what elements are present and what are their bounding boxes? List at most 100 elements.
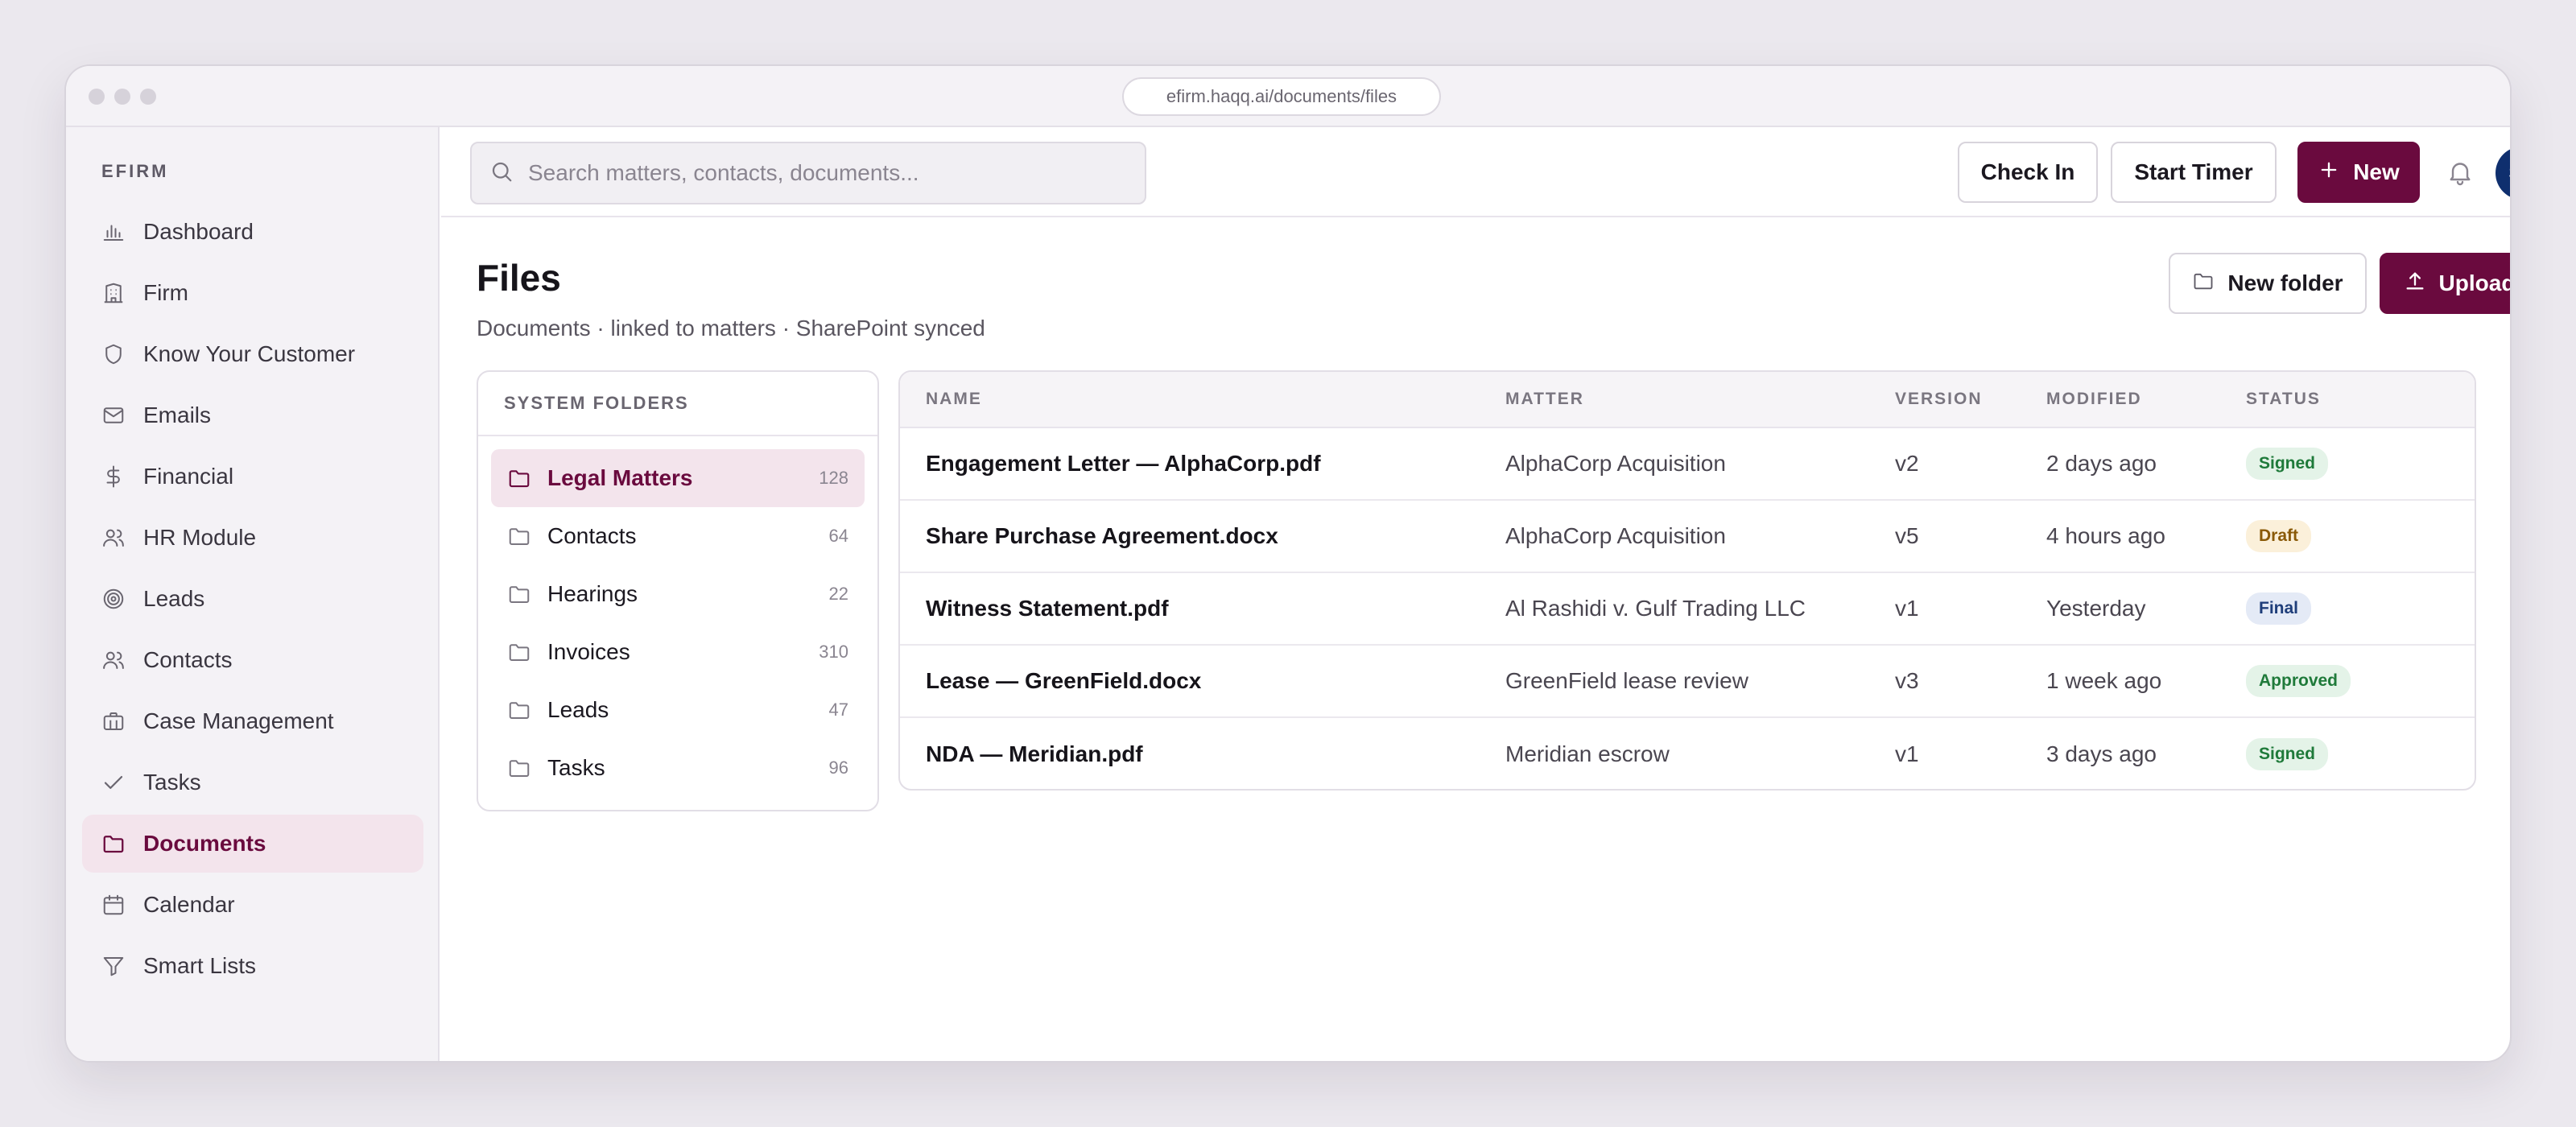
file-version: v1 [1895,596,1919,621]
bell-icon[interactable] [2446,158,2475,187]
file-name[interactable]: Share Purchase Agreement.docx [900,523,1505,549]
folder-name: Contacts [547,523,637,548]
browser-window: efirm.haqq.ai/documents/files EFIRM Dash… [64,64,2512,1063]
file-matter: AlphaCorp Acquisition [1505,523,1726,548]
sidebar-item-tasks[interactable]: Tasks [82,753,423,811]
mail-icon [101,403,126,427]
folder-icon [101,832,126,856]
new-label: New [2353,159,2400,184]
sidebar-item-smart-lists[interactable]: Smart Lists [82,937,423,995]
folder-name: Invoices [547,639,630,664]
folder-icon [507,524,531,548]
sidebar-item-hr-module[interactable]: HR Module [82,509,423,567]
folder-item-hearings[interactable]: Hearings 22 [491,565,865,623]
column-header-version[interactable]: VERSION [1895,390,2046,409]
file-name[interactable]: NDA — Meridian.pdf [900,741,1505,767]
maximize-window-dot[interactable] [140,89,156,105]
window-controls [89,89,156,105]
new-folder-button[interactable]: New folder [2169,253,2367,314]
search-input[interactable] [528,160,1140,186]
file-name[interactable]: Engagement Letter — AlphaCorp.pdf [900,451,1505,477]
file-version: v5 [1895,523,1919,548]
folder-item-contacts[interactable]: Contacts 64 [491,507,865,565]
start-timer-button[interactable]: Start Timer [2111,142,2277,203]
folder-icon [507,582,531,606]
file-matter: Meridian escrow [1505,741,1670,766]
sidebar-item-contacts[interactable]: Contacts [82,631,423,689]
check-in-button[interactable]: Check In [1958,142,2098,203]
file-name[interactable]: Lease — GreenField.docx [900,668,1505,694]
folder-icon [507,640,531,664]
table-row[interactable]: Engagement Letter — AlphaCorp.pdf AlphaC… [900,428,2475,501]
sidebar-item-firm[interactable]: Firm [82,264,423,322]
sidebar-item-financial[interactable]: Financial [82,448,423,506]
sidebar-item-emails[interactable]: Emails [82,386,423,444]
file-modified: 1 week ago [2046,668,2162,693]
sidebar-item-case-management[interactable]: Case Management [82,692,423,750]
sidebar-item-label: Tasks [143,770,201,795]
sidebar-item-label: HR Module [143,525,257,550]
file-matter: GreenField lease review [1505,668,1748,693]
filter-icon [101,954,126,978]
sidebar-item-label: Emails [143,402,212,427]
search-box[interactable] [470,142,1146,204]
sidebar-item-label: Case Management [143,708,334,733]
avatar[interactable]: SM [2496,147,2510,200]
folder-name: Leads [547,697,609,722]
file-name[interactable]: Witness Statement.pdf [900,596,1505,621]
folder-count: 22 [828,584,848,604]
new-folder-label: New folder [2227,270,2343,295]
sidebar: EFIRM Dashboard Firm Know Your Customer … [66,127,440,1061]
folder-item-invoices[interactable]: Invoices 310 [491,623,865,681]
upload-button[interactable]: Upload [2380,253,2510,314]
title-bar: efirm.haqq.ai/documents/files [66,66,2510,127]
sidebar-item-documents[interactable]: Documents [82,815,423,873]
sidebar-item-dashboard[interactable]: Dashboard [82,203,423,261]
main-content: Files Documents · linked to matters · Sh… [441,219,2510,1061]
dollar-icon [101,464,126,489]
sidebar-item-leads[interactable]: Leads [82,570,423,628]
search-icon [489,159,528,188]
page-title: Files [477,257,561,299]
column-header-matter[interactable]: MATTER [1505,390,1895,409]
file-version: v1 [1895,741,1919,766]
brand-label: EFIRM [101,161,169,181]
sidebar-item-calendar[interactable]: Calendar [82,876,423,934]
folder-item-legal-matters[interactable]: Legal Matters 128 [491,449,865,507]
status-badge: Signed [2246,738,2329,770]
file-modified: 4 hours ago [2046,523,2165,548]
sidebar-item-know-your-customer[interactable]: Know Your Customer [82,325,423,383]
file-matter: AlphaCorp Acquisition [1505,451,1726,476]
briefcase-icon [101,709,126,733]
sidebar-item-label: Know Your Customer [143,341,356,366]
close-window-dot[interactable] [89,89,105,105]
minimize-window-dot[interactable] [114,89,130,105]
column-header-name[interactable]: NAME [900,390,1505,409]
folder-icon [2192,270,2227,298]
address-bar[interactable]: efirm.haqq.ai/documents/files [1122,77,1441,116]
folder-name: Tasks [547,755,605,780]
status-badge: Signed [2246,448,2329,480]
column-header-status[interactable]: STATUS [2246,390,2471,409]
sidebar-item-label: Dashboard [143,219,254,244]
file-modified: 2 days ago [2046,451,2157,476]
folder-count: 64 [828,526,848,546]
folder-icon [507,756,531,780]
folder-icon [507,698,531,722]
folder-item-leads[interactable]: Leads 47 [491,681,865,739]
users-icon [101,648,126,672]
sidebar-item-label: Documents [143,831,266,856]
table-row[interactable]: Lease — GreenField.docx GreenField lease… [900,646,2475,718]
folder-item-tasks[interactable]: Tasks 96 [491,739,865,797]
new-button[interactable]: New [2297,142,2420,203]
table-row[interactable]: Share Purchase Agreement.docx AlphaCorp … [900,501,2475,573]
sidebar-item-label: Leads [143,586,205,611]
table-row[interactable]: NDA — Meridian.pdf Meridian escrow v1 3 … [900,718,2475,789]
folder-list: Legal Matters 128 Contacts 64 Hearings 2… [478,436,877,810]
table-row[interactable]: Witness Statement.pdf Al Rashidi v. Gulf… [900,573,2475,646]
file-modified: 3 days ago [2046,741,2157,766]
users-icon [101,526,126,550]
folder-count: 96 [828,758,848,778]
column-header-modified[interactable]: MODIFIED [2046,390,2246,409]
sidebar-nav: Dashboard Firm Know Your Customer Emails… [82,203,423,998]
